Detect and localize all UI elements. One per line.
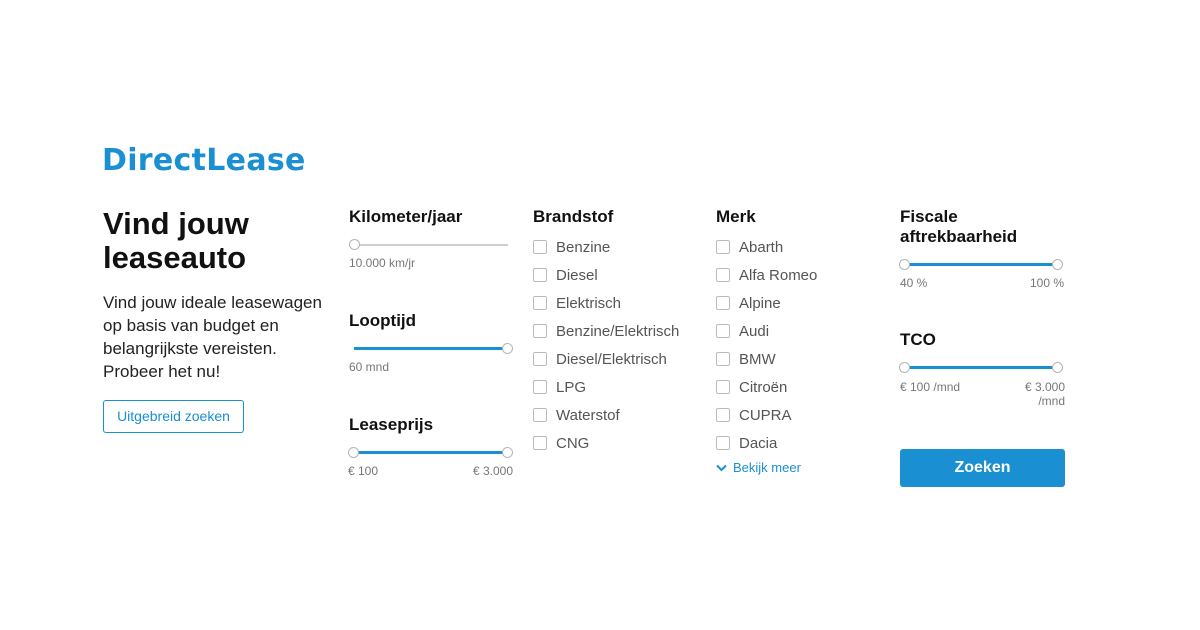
looptijd-value: 60 mnd bbox=[349, 360, 390, 374]
brandstof-option-label: Diesel/Elektrisch bbox=[556, 350, 667, 368]
checkbox[interactable] bbox=[716, 352, 730, 366]
checkbox[interactable] bbox=[533, 436, 547, 450]
merk-option[interactable]: Alpine bbox=[716, 289, 817, 317]
directlease-logo[interactable]: DirectLease bbox=[102, 143, 306, 178]
brandstof-option[interactable]: Diesel bbox=[533, 261, 679, 289]
brandstof-option-label: Diesel bbox=[556, 266, 598, 284]
merk-option[interactable]: Audi bbox=[716, 317, 817, 345]
tco-max-thumb[interactable] bbox=[1052, 362, 1063, 373]
brandstof-option[interactable]: Diesel/Elektrisch bbox=[533, 345, 679, 373]
merk-option-label: CUPRA bbox=[739, 406, 792, 424]
merk-option[interactable]: Abarth bbox=[716, 233, 817, 261]
merk-option-label: BMW bbox=[739, 350, 776, 368]
looptijd-slider[interactable] bbox=[354, 343, 513, 355]
checkbox[interactable] bbox=[533, 352, 547, 366]
merk-option-label: Abarth bbox=[739, 238, 784, 256]
checkbox[interactable] bbox=[533, 380, 547, 394]
merk-option[interactable]: BMW bbox=[716, 345, 817, 373]
merk-option[interactable]: Alfa Romeo bbox=[716, 261, 817, 289]
hero-title: Vind jouw leaseauto bbox=[103, 206, 249, 275]
show-more-link[interactable]: Bekijk meer bbox=[716, 460, 801, 475]
fiscale-heading: Fiscale aftrekbaarheid bbox=[900, 207, 1018, 246]
checkbox[interactable] bbox=[716, 296, 730, 310]
checkbox[interactable] bbox=[533, 268, 547, 282]
checkbox[interactable] bbox=[716, 408, 730, 422]
leaseprijs-fill bbox=[354, 451, 509, 454]
checkbox[interactable] bbox=[716, 268, 730, 282]
chevron-down-icon bbox=[716, 464, 727, 471]
fiscale-fill bbox=[905, 263, 1059, 266]
merk-list: Abarth Alfa Romeo Alpine Audi BMW Citroë… bbox=[716, 233, 817, 457]
checkbox[interactable] bbox=[716, 380, 730, 394]
merk-option[interactable]: Citroën bbox=[716, 373, 817, 401]
kilometer-track bbox=[349, 244, 508, 246]
kilometer-value: 10.000 km/jr bbox=[349, 256, 416, 270]
leaseprijs-max-label: € 3.000 bbox=[472, 464, 513, 478]
fiscale-max-label: 100 % bbox=[1029, 276, 1064, 290]
advanced-search-button[interactable]: Uitgebreid zoeken bbox=[103, 400, 244, 433]
show-more-label: Bekijk meer bbox=[733, 460, 801, 475]
merk-heading: Merk bbox=[716, 207, 756, 226]
checkbox[interactable] bbox=[716, 324, 730, 338]
merk-option-label: Audi bbox=[739, 322, 770, 340]
tco-max-label: € 3.000 /mnd bbox=[1024, 380, 1065, 408]
kilometer-slider[interactable] bbox=[349, 239, 508, 251]
tco-min-label: € 100 /mnd bbox=[900, 380, 961, 394]
checkbox[interactable] bbox=[533, 324, 547, 338]
brandstof-option-label: Waterstof bbox=[556, 406, 620, 424]
tco-fill bbox=[905, 366, 1059, 369]
merk-option[interactable]: Dacia bbox=[716, 429, 817, 457]
tco-min-thumb[interactable] bbox=[899, 362, 910, 373]
looptijd-heading: Looptijd bbox=[349, 311, 417, 330]
merk-option-label: Citroën bbox=[739, 378, 788, 396]
leaseprijs-max-thumb[interactable] bbox=[502, 447, 513, 458]
brandstof-option[interactable]: CNG bbox=[533, 429, 679, 457]
fiscale-slider[interactable] bbox=[899, 259, 1063, 271]
merk-option-label: Alfa Romeo bbox=[739, 266, 818, 284]
fiscale-min-thumb[interactable] bbox=[899, 259, 910, 270]
leaseprijs-min-label: € 100 bbox=[348, 464, 379, 478]
brandstof-list: Benzine Diesel Elektrisch Benzine/Elektr… bbox=[533, 233, 679, 457]
brandstof-option-label: LPG bbox=[556, 378, 587, 396]
brandstof-option-label: CNG bbox=[556, 434, 590, 452]
leaseprijs-heading: Leaseprijs bbox=[349, 415, 434, 434]
merk-option[interactable]: CUPRA bbox=[716, 401, 817, 429]
leaseprijs-min-thumb[interactable] bbox=[348, 447, 359, 458]
kilometer-thumb[interactable] bbox=[349, 239, 360, 250]
looptijd-thumb[interactable] bbox=[502, 343, 513, 354]
hero-description: Vind jouw ideale leasewagen op basis van… bbox=[103, 293, 322, 381]
merk-option-label: Alpine bbox=[739, 294, 781, 312]
brandstof-option-label: Benzine/Elektrisch bbox=[556, 322, 680, 340]
brandstof-option[interactable]: Benzine/Elektrisch bbox=[533, 317, 679, 345]
brandstof-option[interactable]: Elektrisch bbox=[533, 289, 679, 317]
fiscale-max-thumb[interactable] bbox=[1052, 259, 1063, 270]
checkbox[interactable] bbox=[533, 240, 547, 254]
leaseprijs-slider[interactable] bbox=[348, 447, 513, 459]
brandstof-option[interactable]: LPG bbox=[533, 373, 679, 401]
kilometer-heading: Kilometer/jaar bbox=[349, 207, 463, 226]
brandstof-option-label: Elektrisch bbox=[556, 294, 622, 312]
checkbox[interactable] bbox=[533, 408, 547, 422]
search-button[interactable]: Zoeken bbox=[900, 449, 1065, 487]
looptijd-fill bbox=[354, 347, 509, 350]
checkbox[interactable] bbox=[533, 296, 547, 310]
fiscale-min-label: 40 % bbox=[900, 276, 928, 290]
checkbox[interactable] bbox=[716, 436, 730, 450]
tco-slider[interactable] bbox=[899, 362, 1063, 374]
merk-option-label: Dacia bbox=[739, 434, 778, 452]
brandstof-heading: Brandstof bbox=[533, 207, 614, 226]
brandstof-option-label: Benzine bbox=[556, 238, 611, 256]
brandstof-option[interactable]: Waterstof bbox=[533, 401, 679, 429]
tco-heading: TCO bbox=[900, 330, 936, 349]
checkbox[interactable] bbox=[716, 240, 730, 254]
brandstof-option[interactable]: Benzine bbox=[533, 233, 679, 261]
